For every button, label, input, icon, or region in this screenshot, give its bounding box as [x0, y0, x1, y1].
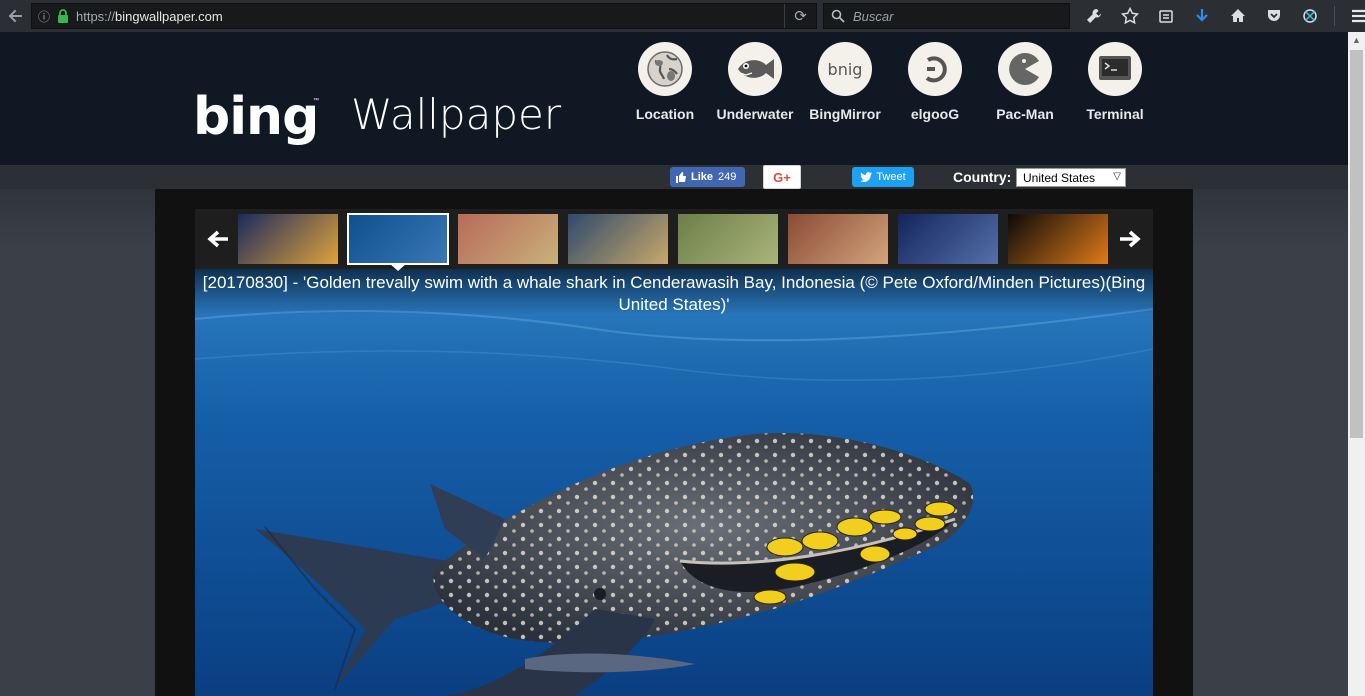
- back-arrow-icon[interactable]: [0, 0, 32, 32]
- scroll-thumb[interactable]: [1350, 50, 1363, 438]
- url-bar[interactable]: ⓘ https://bingwallpaper.com ⟳: [31, 3, 817, 29]
- tweet-label: Tweet: [876, 171, 906, 183]
- tweet-button[interactable]: Tweet: [852, 167, 914, 187]
- trademark-mark: ™: [313, 98, 319, 104]
- lemur-thumb[interactable]: [788, 214, 888, 264]
- google-plus-button[interactable]: G+: [763, 165, 801, 189]
- twitter-bird-icon: [860, 172, 873, 182]
- chevron-down-icon: ▽: [1113, 171, 1121, 182]
- star-icon[interactable]: [1112, 0, 1148, 32]
- toolbar-separator: [1334, 6, 1335, 26]
- info-icon[interactable]: ⓘ: [34, 8, 54, 25]
- country-value: United States: [1023, 170, 1096, 185]
- mirror-text-icon: bnig: [818, 42, 872, 96]
- wrench-icon[interactable]: [1076, 0, 1112, 32]
- wallpaper-image[interactable]: [195, 269, 1153, 696]
- whale-shark-thumb[interactable]: [347, 213, 449, 265]
- pacman-icon: [998, 42, 1052, 96]
- painted-hills-thumb[interactable]: [458, 214, 558, 264]
- facebook-like-count: 249: [718, 171, 737, 183]
- left-margin: [0, 189, 155, 696]
- night-village-thumb[interactable]: [898, 214, 998, 264]
- nav-label: Underwater: [716, 106, 794, 122]
- site-title: Wallpaper: [351, 90, 562, 139]
- reload-icon[interactable]: ⟳: [784, 4, 816, 28]
- fish-icon: [728, 42, 782, 96]
- lock-icon: [58, 9, 68, 23]
- sea-cliff-thumb[interactable]: [568, 214, 668, 264]
- next-arrow-icon[interactable]: [1110, 209, 1150, 269]
- nav-item-location[interactable]: Location: [620, 42, 710, 122]
- scroll-up-arrow-icon[interactable]: ▲: [1348, 32, 1365, 49]
- browser-toolbar: ⓘ https://bingwallpaper.com ⟳ Buscar: [0, 0, 1365, 32]
- browser-search-box[interactable]: Buscar: [823, 3, 1070, 29]
- night-coast-thumb[interactable]: [238, 214, 338, 264]
- facebook-like-label: Like: [691, 171, 714, 183]
- active-thumb-marker: [389, 263, 407, 271]
- wallpaper-caption: [20170830] - 'Golden trevally swim with …: [195, 269, 1153, 315]
- toolbar-icons: [1076, 0, 1365, 32]
- nav-label: Location: [635, 106, 695, 122]
- country-label: Country:: [953, 169, 1012, 185]
- nav-item-elgoog[interactable]: elgooG: [890, 42, 980, 122]
- thumbnail-strip: [195, 209, 1153, 269]
- thumbs-up-icon: [676, 172, 686, 183]
- vertical-scrollbar[interactable]: ▲: [1348, 32, 1365, 696]
- search-placeholder: Buscar: [853, 8, 894, 24]
- site-header: bing ™ Wallpaper Location Underwater bni…: [0, 32, 1348, 165]
- pocket-icon[interactable]: [1256, 0, 1292, 32]
- nav-item-terminal[interactable]: Terminal: [1070, 42, 1160, 122]
- nav-label: Pac-Man: [996, 106, 1054, 122]
- grass-thumb[interactable]: [678, 214, 778, 264]
- home-icon[interactable]: [1220, 0, 1256, 32]
- url-text: https://bingwallpaper.com: [76, 8, 223, 24]
- feature-nav: Location Underwater bnig BingMirror elgo…: [620, 42, 1160, 122]
- country-select[interactable]: United States ▽: [1016, 168, 1126, 187]
- facebook-like-button[interactable]: Like 249: [670, 167, 745, 187]
- search-icon: [831, 9, 845, 23]
- globe-icon: [638, 42, 692, 96]
- terminal-icon: [1088, 42, 1142, 96]
- nav-label: elgooG: [910, 106, 960, 122]
- nav-item-bingmirror[interactable]: bnig BingMirror: [800, 42, 890, 122]
- right-margin: [1193, 189, 1348, 696]
- extension-icon[interactable]: [1292, 0, 1328, 32]
- share-bar: Like 249 G+ Tweet Country: United States…: [0, 165, 1348, 189]
- firework-thumb[interactable]: [1008, 214, 1108, 264]
- nav-label: BingMirror: [809, 106, 881, 122]
- bing-logo[interactable]: bing: [193, 87, 319, 147]
- previous-arrow-icon[interactable]: [198, 209, 238, 269]
- nav-item-underwater[interactable]: Underwater: [710, 42, 800, 122]
- menu-icon[interactable]: [1341, 0, 1365, 32]
- download-icon[interactable]: [1184, 0, 1220, 32]
- reverse-g-icon: [908, 42, 962, 96]
- nav-item-pacman[interactable]: Pac-Man: [980, 42, 1070, 122]
- nav-label: Terminal: [1086, 106, 1144, 122]
- reading-list-icon[interactable]: [1148, 0, 1184, 32]
